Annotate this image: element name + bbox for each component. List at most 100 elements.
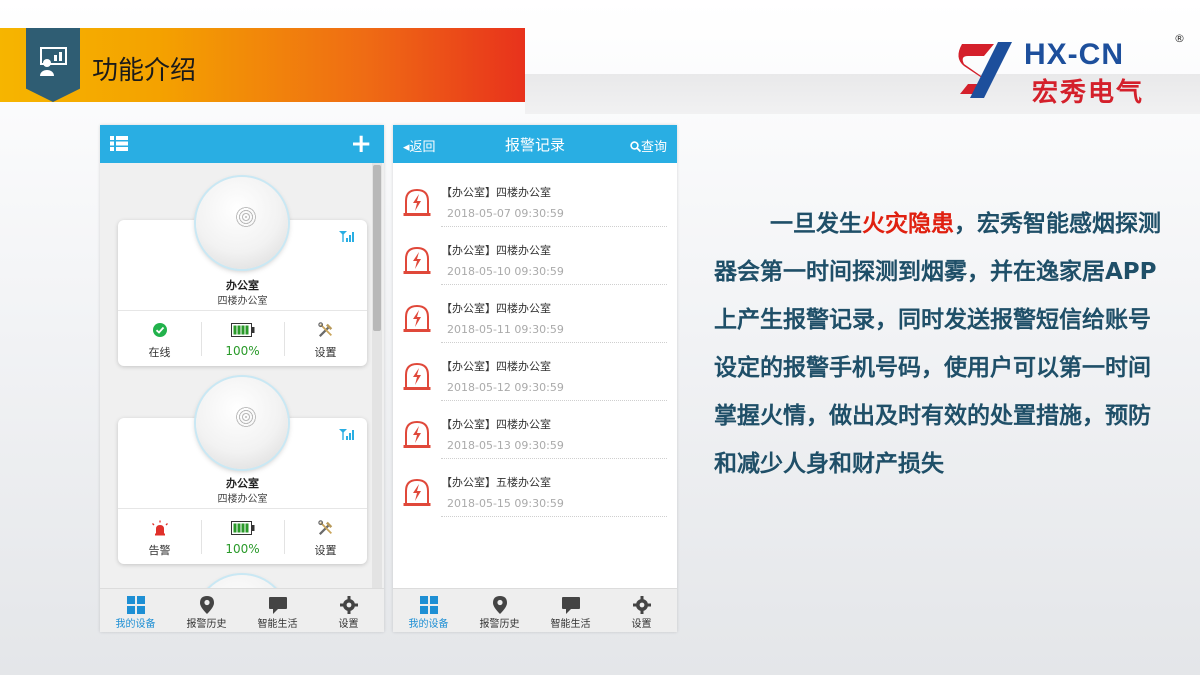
tab-label: 设置	[631, 619, 652, 630]
company-logo: HX-CN ® 宏秀电气	[954, 32, 1190, 108]
tab-my-devices[interactable]: 我的设备	[100, 589, 171, 632]
device-location: 四楼办公室	[217, 296, 268, 307]
signal-icon	[339, 429, 354, 440]
presenter-icon	[40, 47, 67, 76]
alarm-record-item[interactable]: 【办公室】四楼办公室 2018-05-12 09:30:59	[393, 347, 677, 405]
check-circle-icon	[152, 323, 167, 337]
status-label: 告警	[148, 544, 171, 557]
battery-cell: 100%	[201, 508, 284, 564]
logo-english: HX-CN	[1024, 38, 1124, 71]
fire-alarm-icon	[403, 478, 431, 506]
tools-icon	[317, 322, 332, 338]
page-title: 功能介绍	[92, 56, 197, 86]
tab-alarm-history[interactable]: 报警历史	[171, 589, 242, 632]
top-bar: ◂返回 报警记录 查询	[393, 125, 677, 163]
bottom-tab-bar: 我的设备 报警历史 智能生活 设置	[100, 588, 384, 632]
settings-label: 设置	[314, 544, 337, 557]
alarm-record-item[interactable]: 【办公室】四楼办公室 2018-05-10 09:30:59	[393, 231, 677, 289]
record-title: 【办公室】四楼办公室	[441, 360, 551, 373]
tab-label: 报警历史	[186, 619, 227, 630]
record-title: 【办公室】四楼办公室	[441, 186, 551, 199]
alarm-record-item[interactable]: 【办公室】四楼办公室 2018-05-11 09:30:59	[393, 289, 677, 347]
divider	[441, 458, 667, 459]
settings-cell[interactable]: 设置	[284, 310, 367, 366]
location-pin-icon	[199, 596, 214, 614]
chat-icon	[268, 597, 287, 614]
top-bar: +	[100, 125, 384, 163]
record-date: 2018-05-11 09:30:59	[447, 323, 564, 336]
smoke-detector-image	[196, 377, 288, 469]
query-button[interactable]: 查询	[630, 136, 667, 155]
record-title: 【办公室】五楼办公室	[441, 476, 551, 489]
tab-settings[interactable]: 设置	[606, 589, 677, 632]
divider	[441, 516, 667, 517]
location-pin-icon	[492, 596, 507, 614]
battery-icon	[230, 521, 254, 535]
grid-icon	[419, 596, 438, 614]
tab-smart-life[interactable]: 智能生活	[242, 589, 313, 632]
tools-icon	[317, 520, 332, 536]
alarm-record-item[interactable]: 【办公室】五楼办公室 2018-05-15 09:30:59	[393, 463, 677, 521]
tab-label: 智能生活	[550, 619, 591, 630]
tab-my-devices[interactable]: 我的设备	[393, 589, 464, 632]
record-title: 【办公室】四楼办公室	[441, 244, 551, 257]
battery-label: 100%	[225, 344, 260, 358]
record-title: 【办公室】四楼办公室	[441, 418, 551, 431]
registered-mark: ®	[1174, 32, 1185, 45]
smoke-detector-image	[196, 177, 288, 269]
presentation-badge	[26, 28, 80, 102]
battery-cell: 100%	[201, 310, 284, 366]
alarm-records-screen: ◂返回 报警记录 查询 【办公室】四楼办公室 2018-05-07 09:30:…	[393, 125, 677, 632]
divider	[441, 284, 667, 285]
divider	[441, 400, 667, 401]
divider	[441, 226, 667, 227]
speaker-grille	[236, 207, 256, 227]
description-highlight: 火灾隐患	[862, 211, 954, 237]
device-location: 四楼办公室	[217, 494, 268, 505]
status-cell: 在线	[118, 310, 201, 366]
record-date: 2018-05-13 09:30:59	[447, 439, 564, 452]
chat-icon	[561, 597, 580, 614]
fire-alarm-icon	[403, 420, 431, 448]
tab-label: 我的设备	[115, 619, 156, 630]
device-name: 办公室	[226, 477, 259, 490]
gear-icon	[339, 596, 358, 614]
status-cell: 告警	[118, 508, 201, 564]
record-date: 2018-05-07 09:30:59	[447, 207, 564, 220]
fire-alarm-icon	[403, 362, 431, 390]
record-title: 【办公室】四楼办公室	[441, 302, 551, 315]
grid-icon	[126, 596, 145, 614]
alarm-record-item[interactable]: 【办公室】四楼办公室 2018-05-07 09:30:59	[393, 173, 677, 231]
bottom-tab-bar: 我的设备 报警历史 智能生活 设置	[393, 588, 677, 632]
fire-alarm-icon	[403, 188, 431, 216]
description-body: ，宏秀智能感烟探测器会第一时间探测到烟雾，并在逸家居APP上产生报警记录，同时发…	[714, 211, 1161, 477]
fire-alarm-icon	[403, 246, 431, 274]
record-date: 2018-05-10 09:30:59	[447, 265, 564, 278]
feature-description: 一旦发生火灾隐患，宏秀智能感烟探测器会第一时间探测到烟雾，并在逸家居APP上产生…	[714, 200, 1164, 488]
settings-cell[interactable]: 设置	[284, 508, 367, 564]
tab-settings[interactable]: 设置	[313, 589, 384, 632]
speaker-grille	[236, 407, 256, 427]
list-icon[interactable]	[110, 136, 128, 151]
description-pre: 一旦发生	[770, 211, 862, 237]
query-label: 查询	[640, 140, 667, 155]
record-date: 2018-05-12 09:30:59	[447, 381, 564, 394]
tab-label: 报警历史	[479, 619, 520, 630]
tab-alarm-history[interactable]: 报警历史	[464, 589, 535, 632]
alarm-record-item[interactable]: 【办公室】四楼办公室 2018-05-13 09:30:59	[393, 405, 677, 463]
device-list-screen: + 办公室 四楼办公室 在线 100% 设置 办公室 四楼办公室 告警 100%…	[100, 125, 384, 632]
scrollbar-thumb[interactable]	[373, 165, 381, 331]
divider	[441, 342, 667, 343]
tab-smart-life[interactable]: 智能生活	[535, 589, 606, 632]
fire-alarm-icon	[403, 304, 431, 332]
tab-label: 我的设备	[408, 619, 449, 630]
battery-icon	[230, 323, 254, 337]
status-label: 在线	[148, 346, 171, 359]
logo-mark-icon	[958, 42, 1012, 98]
gear-icon	[632, 596, 651, 614]
tab-label: 设置	[338, 619, 359, 630]
add-device-button[interactable]: +	[350, 129, 372, 159]
alarm-icon	[151, 520, 168, 536]
battery-label: 100%	[225, 542, 260, 556]
tab-label: 智能生活	[257, 619, 298, 630]
